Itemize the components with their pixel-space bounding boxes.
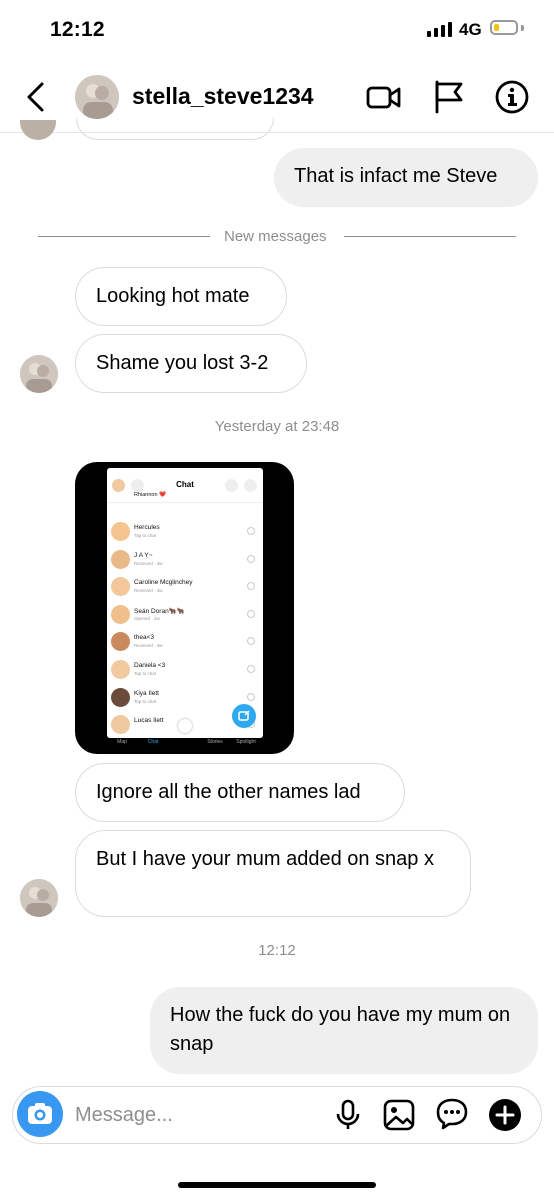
sender-avatar[interactable] [20,355,58,393]
screenshot-camera-icon [247,527,255,535]
screenshot-chat-row: Hercules Tap to chat [107,518,263,546]
new-messages-divider-left [38,236,210,237]
battery-tip [521,25,524,31]
screenshot-chat-screen: Chat Rhiannon ❤️ Hercules Tap to chat J A … [107,468,263,738]
video-call-icon[interactable] [366,79,402,115]
screenshot-chat-row: Seán Doran🐂🐂 Opened · 3w [107,601,263,629]
screenshot-add-friend-icon [225,479,238,492]
new-messages-divider-right [344,236,516,237]
screenshot-contact-status: Tap to chat [134,671,157,676]
info-icon[interactable] [494,79,530,115]
timestamp: 12:12 [258,942,296,959]
screenshot-contact-name: J A Y~ [134,551,153,559]
screenshot-bitmoji-avatar [111,687,130,707]
screenshot-camera-icon [247,665,255,673]
shared-screenshot[interactable]: Chat Rhiannon ❤️ Hercules Tap to chat J A … [75,462,294,754]
screenshot-bitmoji-avatar [111,632,130,652]
screenshot-chat-row: thea<3 Received · 3w [107,628,263,656]
timestamp: Yesterday at 23:48 [214,418,340,435]
screenshot-bitmoji-avatar [111,549,130,569]
sent-message[interactable]: That is infact me Steve [274,148,538,207]
screenshot-contact-name: Lucas Ilett [134,717,164,725]
screenshot-new-chat-icon [232,704,256,728]
screenshot-contact-status: Received · 3w [134,560,163,566]
chat-username[interactable]: stella_steve1234 [132,83,314,110]
microphone-icon[interactable] [331,1098,365,1132]
sticker-icon[interactable] [435,1097,469,1131]
screenshot-camera-icon [247,582,255,591]
screenshot-contact-status: Tap to chat [134,533,157,538]
sent-message[interactable]: How the fuck do you have my mum on snap [150,987,538,1074]
screenshot-chat-row: Caroline Mcglinchey Received · 3w [107,573,263,601]
received-message[interactable]: But I have your mum added on snap x [75,830,471,917]
header-avatar[interactable] [75,75,119,119]
sender-avatar[interactable] [20,879,58,917]
screenshot-contact-name: Daniela <3 [134,662,166,669]
screenshot-contact-name: Hercules [134,524,160,531]
screenshot-bitmoji-avatar [111,577,130,597]
network-type: 4G [459,20,482,39]
screenshot-nav-chat: Chat [147,739,159,745]
received-message[interactable]: Shame you lost 3-2 [75,334,307,393]
screenshot-header: Chat Rhiannon ❤️ [107,468,263,503]
battery-icon [490,20,518,35]
screenshot-nav-bar: Map Chat Stories Spotlight [107,728,263,752]
screenshot-contact-name: Seán Doran🐂🐂 [134,607,185,615]
flag-icon[interactable] [431,78,467,114]
message-input[interactable] [75,1100,325,1130]
screenshot-contact-status: Opened · 3w [134,615,160,621]
screenshot-nav-stories: Stories [207,739,223,745]
gallery-icon[interactable] [382,1098,416,1132]
screenshot-title: Chat [176,480,194,489]
home-indicator [178,1182,376,1188]
screenshot-nav-map: Map [117,739,127,745]
screenshot-camera-icon [247,692,255,701]
plus-icon[interactable] [488,1098,522,1132]
screenshot-more-icon [244,479,257,492]
screenshot-partial-name: Rhiannon ❤️ [134,492,166,498]
new-messages-label: New messages [224,228,327,245]
screenshot-chat-row: Daniela <3 Tap to chat [107,656,263,684]
screenshot-contact-status: Received · 3w [134,588,163,594]
received-message[interactable]: Looking hot mate [75,267,287,326]
screenshot-bitmoji-avatar [111,522,130,541]
screenshot-contact-name: Caroline Mcglinchey [134,579,193,587]
screenshot-bitmoji-avatar [111,660,130,679]
screenshot-camera-icon [247,637,255,646]
screenshot-chat-row: J A Y~ Received · 3w [107,546,263,574]
screenshot-camera-icon [247,554,255,563]
screenshot-contact-status: Tap to chat [134,698,157,704]
cellular-signal-icon [427,22,452,37]
screenshot-camera-icon [247,609,255,618]
back-icon[interactable] [22,80,52,114]
screenshot-contact-name: thea<3 [134,634,155,642]
screenshot-nav-spotlight: Spotlight [236,739,256,745]
received-message[interactable]: Ignore all the other names lad [75,763,405,822]
camera-icon[interactable] [17,1091,63,1137]
screenshot-contact-status: Received · 3w [134,643,163,649]
status-time: 12:12 [50,18,105,41]
screenshot-bitmoji-avatar [111,604,130,624]
screenshot-contact-name: Kiya Ilett [134,689,159,697]
